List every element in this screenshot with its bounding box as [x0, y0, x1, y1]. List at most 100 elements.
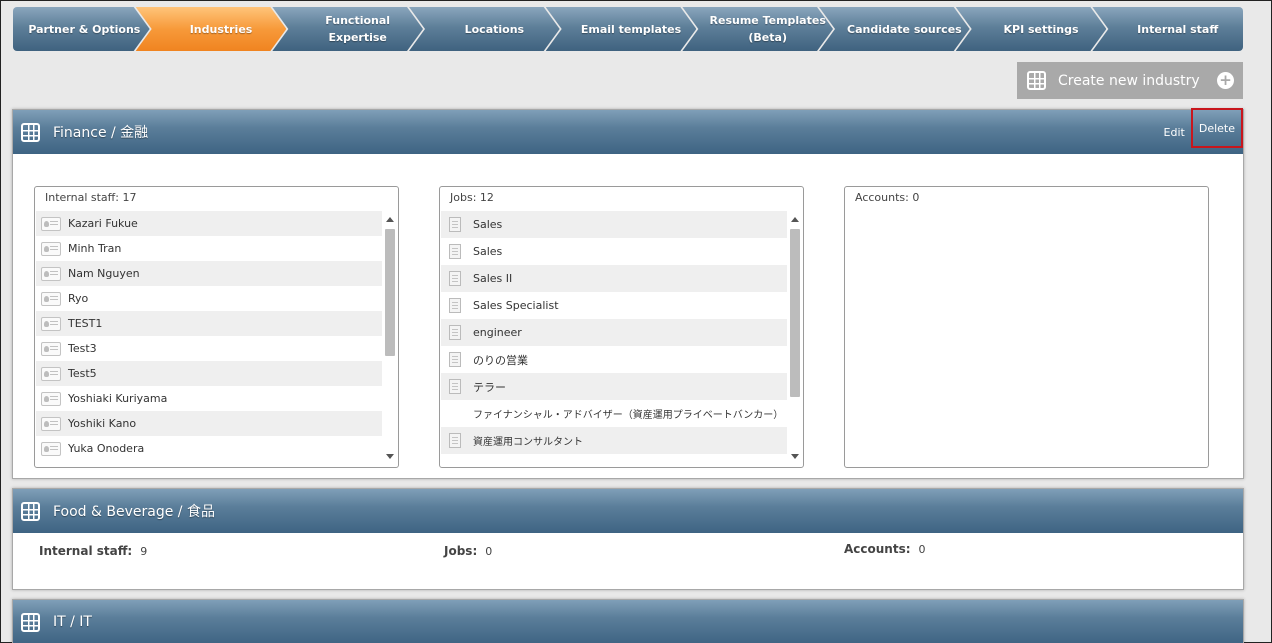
nav-step-candidate-sources[interactable]: Candidate sources	[833, 7, 970, 51]
industry-panel-food-beverage: Food & Beverage / 食品 Internal staff: 9 Jo…	[12, 488, 1244, 590]
list-item[interactable]: Ryo	[36, 286, 382, 311]
document-icon	[449, 325, 461, 340]
stat-label: Internal staff:	[39, 544, 133, 558]
wizard-nav: Partner & Options Industries Functional …	[13, 7, 1244, 51]
document-icon	[449, 298, 461, 313]
nav-step-label: Partner & Options	[28, 22, 141, 36]
list-item[interactable]: Minh Tran	[36, 236, 382, 261]
document-icon	[449, 433, 461, 448]
internal-staff-scrollbar[interactable]	[383, 211, 397, 466]
list-item-label: Yuka Onodera	[68, 442, 145, 455]
contact-card-icon	[41, 266, 61, 281]
stat-value: 0	[485, 545, 493, 558]
scroll-up-arrow-icon[interactable]	[386, 217, 394, 222]
list-item-label: Ryo	[68, 292, 89, 305]
jobs-list-body: Sales Sales Sales II Sales Specialist en…	[441, 211, 787, 466]
internal-staff-list: Internal staff: 17 Kazari Fukue Minh Tra…	[34, 186, 399, 468]
stat-label: Accounts:	[844, 542, 911, 556]
internal-staff-stat: Internal staff: 9	[39, 544, 147, 558]
list-item-label: engineer	[473, 326, 522, 339]
list-item-label: Minh Tran	[68, 242, 122, 255]
nav-step-label: Email templates	[580, 22, 682, 36]
jobs-list: Jobs: 12 Sales Sales Sales II Sales Spec…	[439, 186, 804, 468]
nav-step-label: Locations	[464, 22, 525, 36]
scroll-up-arrow-icon[interactable]	[791, 217, 799, 222]
grid-icon	[21, 612, 40, 632]
list-item-label: ファイナンシャル・アドバイザー（資産運用プライベートバンカー）	[473, 410, 784, 421]
nav-step-resume-templates[interactable]: Resume Templates (Beta)	[696, 7, 833, 51]
list-item-label: Test3	[68, 342, 97, 355]
grid-icon	[21, 122, 40, 142]
nav-step-kpi-settings[interactable]: KPI settings	[970, 7, 1107, 51]
accounts-list-header: Accounts: 0	[855, 191, 920, 204]
list-item[interactable]: Sales	[441, 211, 787, 238]
create-new-industry-label: Create new industry	[1058, 72, 1200, 89]
nav-step-industries[interactable]: Industries	[150, 7, 287, 51]
document-icon	[449, 244, 461, 259]
nav-step-functional-expertise[interactable]: Functional Expertise	[286, 7, 423, 51]
list-item-label: Sales Specialist	[473, 299, 559, 312]
jobs-scrollbar[interactable]	[788, 211, 802, 466]
nav-step-label: Candidate sources	[847, 22, 962, 36]
list-item-label: TEST1	[68, 317, 103, 330]
nav-step-email-templates[interactable]: Email templates	[560, 7, 697, 51]
list-item[interactable]: Sales	[441, 238, 787, 265]
list-item[interactable]: Yoshiki Kano	[36, 411, 382, 436]
grid-icon	[21, 501, 40, 521]
nav-step-locations[interactable]: Locations	[423, 7, 560, 51]
list-item-label: Sales II	[473, 272, 513, 285]
scrollbar-thumb[interactable]	[790, 229, 800, 397]
industry-title: IT / IT	[53, 614, 92, 630]
contact-card-icon	[41, 441, 61, 456]
scroll-down-arrow-icon[interactable]	[386, 454, 394, 459]
accounts-stat: Accounts: 0	[844, 542, 926, 556]
create-new-industry-button[interactable]: Create new industry +	[1017, 62, 1243, 99]
contact-card-icon	[41, 416, 61, 431]
delete-button[interactable]: Delete	[1190, 108, 1243, 148]
nav-step-label: Internal staff	[1137, 22, 1219, 36]
industry-title: Food & Beverage / 食品	[53, 504, 215, 520]
list-item[interactable]: TEST1	[36, 311, 382, 336]
stat-value: 0	[918, 543, 926, 556]
accounts-list: Accounts: 0	[844, 186, 1209, 468]
scroll-down-arrow-icon[interactable]	[791, 454, 799, 459]
list-item[interactable]: のりの営業	[441, 346, 787, 373]
list-item-label: Yoshiaki Kuriyama	[68, 392, 168, 405]
scrollbar-thumb[interactable]	[385, 229, 395, 356]
document-icon	[449, 352, 461, 367]
list-item[interactable]: Test3	[36, 336, 382, 361]
list-item-label: Test5	[68, 367, 97, 380]
list-item-label: Kazari Fukue	[68, 217, 138, 230]
list-item[interactable]: Test5	[36, 361, 382, 386]
list-item[interactable]: Nam Nguyen	[36, 261, 382, 286]
list-item-label: テラー	[473, 380, 506, 394]
nav-step-partner-options[interactable]: Partner & Options	[13, 7, 150, 51]
list-item[interactable]: Kazari Fukue	[36, 211, 382, 236]
stat-value: 9	[140, 545, 148, 558]
list-item[interactable]: engineer	[441, 319, 787, 346]
edit-button[interactable]: Edit	[1160, 124, 1189, 141]
contact-card-icon	[41, 366, 61, 381]
jobs-list-header: Jobs: 12	[450, 191, 494, 204]
document-icon	[449, 271, 461, 286]
list-item[interactable]: Sales II	[441, 265, 787, 292]
internal-staff-list-body: Kazari Fukue Minh Tran Nam Nguyen Ryo TE…	[36, 211, 382, 466]
document-icon	[449, 217, 461, 232]
grid-icon	[1027, 71, 1046, 90]
nav-step-label: Resume Templates (Beta)	[709, 14, 826, 44]
internal-staff-list-header: Internal staff: 17	[45, 191, 137, 204]
list-item[interactable]: ファイナンシャル・アドバイザー（資産運用プライベートバンカー）	[441, 400, 787, 427]
nav-step-internal-staff[interactable]: Internal staff	[1092, 7, 1244, 51]
list-item-label: Sales	[473, 245, 503, 258]
list-item[interactable]: Sales Specialist	[441, 292, 787, 319]
nav-step-label: KPI settings	[1003, 22, 1079, 36]
nav-step-label: Industries	[189, 22, 253, 36]
list-item-label: Sales	[473, 218, 503, 231]
list-item[interactable]: 資産運用コンサルタント	[441, 427, 787, 454]
industry-panel-it: IT / IT	[12, 599, 1244, 643]
industry-panel-header: Food & Beverage / 食品	[13, 489, 1243, 533]
list-item[interactable]: テラー	[441, 373, 787, 400]
list-item[interactable]: Yoshiaki Kuriyama	[36, 386, 382, 411]
list-item[interactable]: Yuka Onodera	[36, 436, 382, 461]
industry-panel-finance: Finance / 金融 Edit Delete Internal staff:…	[12, 108, 1244, 479]
